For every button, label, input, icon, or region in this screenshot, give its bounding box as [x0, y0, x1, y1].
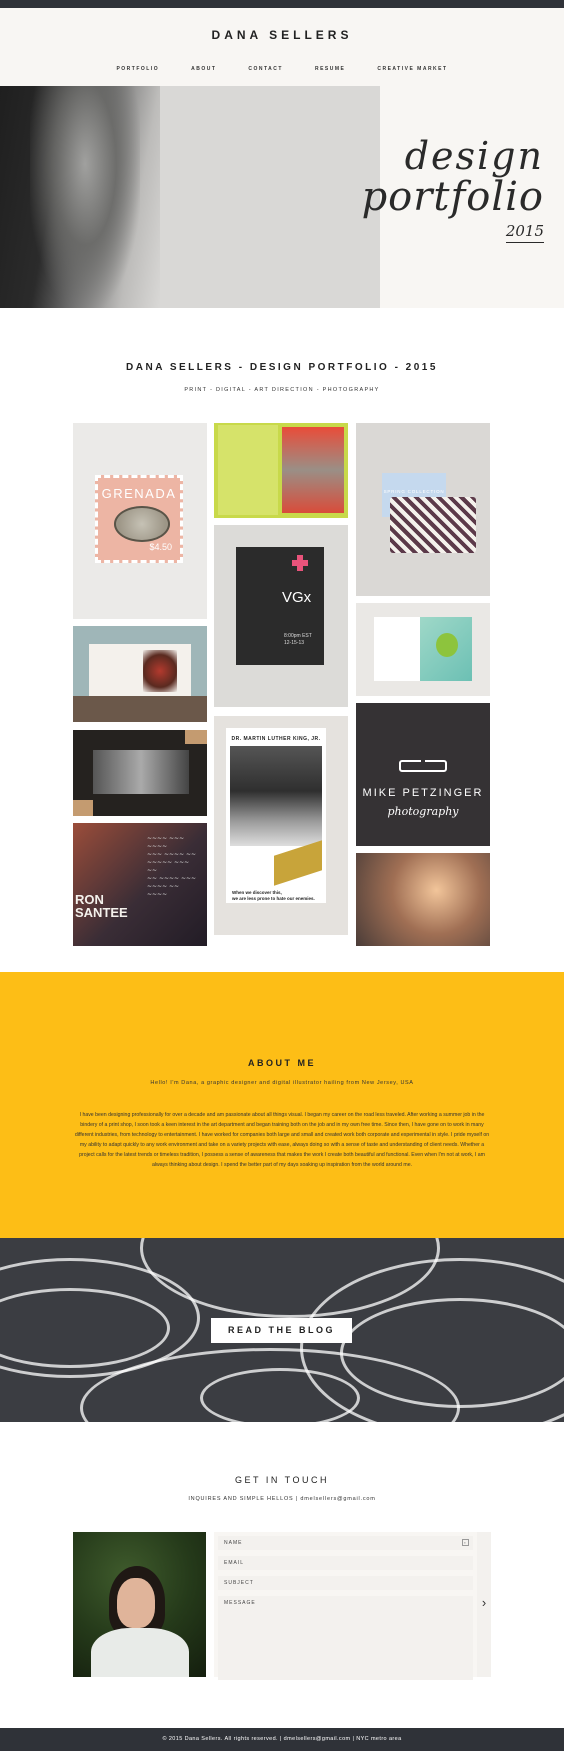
- about-body: I have been designing professionally for…: [74, 1112, 490, 1168]
- hero-photo: [0, 86, 380, 308]
- hero-year: 2015: [505, 222, 544, 243]
- hero-script-title: design portfolio 2015: [324, 136, 544, 243]
- portfolio-title: DANA SELLERS - DESIGN PORTFOLIO - 2015: [126, 362, 438, 373]
- stamp-title: GRENADA: [101, 486, 177, 501]
- about-section: ABOUT ME Hello! I'm Dana, a graphic desi…: [0, 972, 564, 1238]
- spring-collection-title: SPRING COLLECTION: [383, 489, 445, 494]
- main-nav: PORTFOLIO ABOUT CONTACT RESUME CREATIVE …: [0, 66, 564, 72]
- email-field[interactable]: EMAIL: [218, 1556, 473, 1570]
- mlk-photo: [230, 746, 322, 846]
- about-tagline: Hello! I'm Dana, a graphic designer and …: [150, 1080, 414, 1086]
- mlk-quote: When we discover this, we are less prone…: [232, 890, 315, 901]
- portfolio-tile-magazine[interactable]: [73, 626, 207, 722]
- portfolio-subtitle: PRINT - DIGITAL - ART DIRECTION - PHOTOG…: [184, 387, 380, 393]
- stamp-price: $4.50: [149, 542, 172, 552]
- portfolio-tile-spring-collection[interactable]: SPRING COLLECTION: [356, 423, 490, 596]
- hero-script-line2: portfolio: [361, 174, 544, 220]
- chevron-right-icon[interactable]: ›: [478, 1595, 490, 1611]
- portfolio-tile-grenada[interactable]: GRENADA $4.50: [73, 423, 207, 619]
- contact-heading: GET IN TOUCH: [234, 1475, 329, 1485]
- portfolio-tile-book[interactable]: [356, 603, 490, 696]
- medical-cross-icon: [292, 555, 308, 571]
- dana-portrait: [73, 1532, 206, 1677]
- about-heading: ABOUT ME: [248, 1058, 316, 1068]
- mike-name: MIKE PETZINGER: [362, 787, 484, 799]
- nav-contact[interactable]: CONTACT: [232, 66, 299, 72]
- portfolio-tile-sunset-photo[interactable]: [356, 853, 490, 946]
- site-title[interactable]: DANA SELLERS: [0, 28, 564, 42]
- contact-card-icon: ▪: [462, 1539, 469, 1546]
- mlk-title: DR. MARTIN LUTHER KING, JR.: [231, 736, 321, 742]
- portfolio-tile-vgx[interactable]: VGx 8:00pm EST 12-15-13: [214, 525, 348, 707]
- nav-about[interactable]: ABOUT: [175, 66, 232, 72]
- subject-field[interactable]: SUBJECT: [218, 1576, 473, 1590]
- site-header: DANA SELLERS PORTFOLIO ABOUT CONTACT RES…: [0, 8, 564, 86]
- message-field[interactable]: MESSAGE: [218, 1596, 473, 1680]
- mike-subtitle: photography: [387, 805, 459, 818]
- mike-petzinger-logo: MIKE PETZINGER photography: [356, 759, 490, 818]
- top-bar: [0, 0, 564, 8]
- vgx-poster: VGx 8:00pm EST 12-15-13: [236, 547, 324, 665]
- nav-portfolio[interactable]: PORTFOLIO: [100, 66, 175, 72]
- ron-santee-title: RON SANTEE: [75, 892, 128, 920]
- nav-creative-market[interactable]: CREATIVE MARKET: [361, 66, 463, 72]
- name-field[interactable]: NAME ▪: [218, 1536, 473, 1550]
- portfolio-tile-event-flyer[interactable]: [73, 730, 207, 816]
- nav-resume[interactable]: RESUME: [299, 66, 361, 72]
- vgx-details: 8:00pm EST 12-15-13: [284, 633, 312, 646]
- mlk-poster: DR. MARTIN LUTHER KING, JR. When we disc…: [226, 728, 326, 903]
- vgx-title: VGx: [282, 589, 312, 606]
- stamp-graphic: GRENADA $4.50: [95, 475, 183, 563]
- portfolio-tile-wonder-poster[interactable]: [214, 423, 348, 518]
- contact-form: NAME ▪ EMAIL SUBJECT MESSAGE: [214, 1532, 477, 1680]
- portfolio-tile-mike-petzinger[interactable]: MIKE PETZINGER photography: [356, 703, 490, 846]
- contact-subtitle: INQUIRES AND SIMPLE HELLOS | dmelsellers…: [188, 1496, 376, 1502]
- blog-banner: READ THE BLOG: [0, 1238, 564, 1422]
- site-footer: © 2015 Dana Sellers. All rights reserved…: [0, 1728, 564, 1751]
- portfolio-intro: DANA SELLERS - DESIGN PORTFOLIO - 2015 P…: [0, 362, 564, 393]
- glasses-icon: [399, 760, 447, 772]
- portfolio-tile-ron-santee[interactable]: RON SANTEE ~~~~ ~~~ ~~~~ ~~~ ~~~~ ~~ ~~~~~…: [73, 823, 207, 946]
- hero-banner: design portfolio 2015: [0, 86, 564, 308]
- portfolio-tile-mlk[interactable]: DR. MARTIN LUTHER KING, JR. When we disc…: [214, 716, 348, 935]
- read-blog-button[interactable]: READ THE BLOG: [211, 1318, 352, 1343]
- hero-script-line1: design: [404, 134, 544, 178]
